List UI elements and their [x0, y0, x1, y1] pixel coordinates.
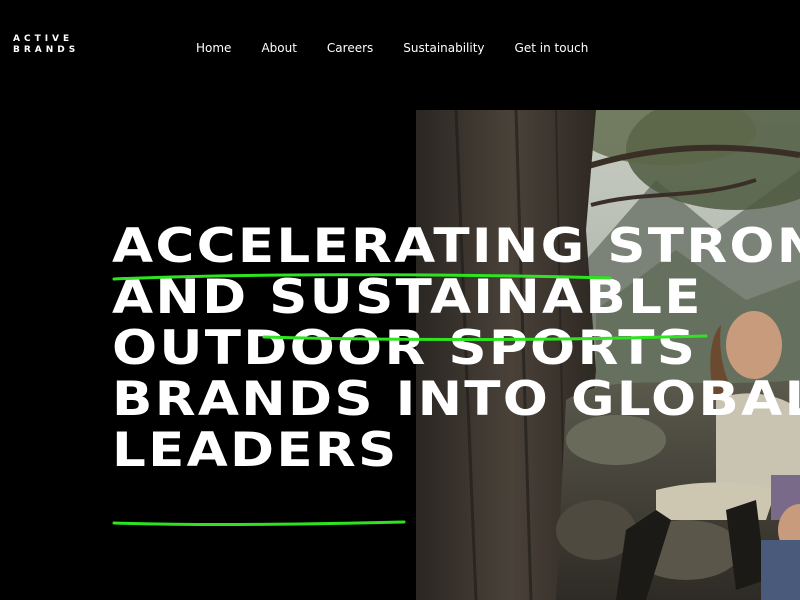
headline-line-3: OUTDOOR SPORTS [112, 321, 698, 376]
page: ACTIVE BRANDS Home About Careers Sustain… [0, 0, 800, 600]
nav-item-home[interactable]: Home [196, 41, 231, 55]
nav-item-get-in-touch[interactable]: Get in touch [515, 41, 589, 55]
hero-headline: ACCELERATING STRONG AND SUSTAINABLE OUTD… [112, 221, 800, 476]
logo-line-2: BRANDS [13, 45, 80, 55]
logo-line-1: ACTIVE [13, 34, 74, 44]
underline-stroke-3 [112, 520, 406, 527]
nav-item-about[interactable]: About [261, 41, 296, 55]
headline-line-5: LEADERS [112, 423, 399, 476]
headline-line-2: AND SUSTAINABLE [112, 270, 703, 325]
headline-line-1: ACCELERATING STRONG [112, 221, 800, 274]
logo[interactable]: ACTIVE BRANDS [13, 34, 79, 56]
headline-line-4: BRANDS INTO GLOBAL [112, 372, 800, 427]
main-nav: Home About Careers Sustainability Get in… [196, 41, 618, 55]
nav-item-careers[interactable]: Careers [327, 41, 373, 55]
nav-item-sustainability[interactable]: Sustainability [403, 41, 484, 55]
